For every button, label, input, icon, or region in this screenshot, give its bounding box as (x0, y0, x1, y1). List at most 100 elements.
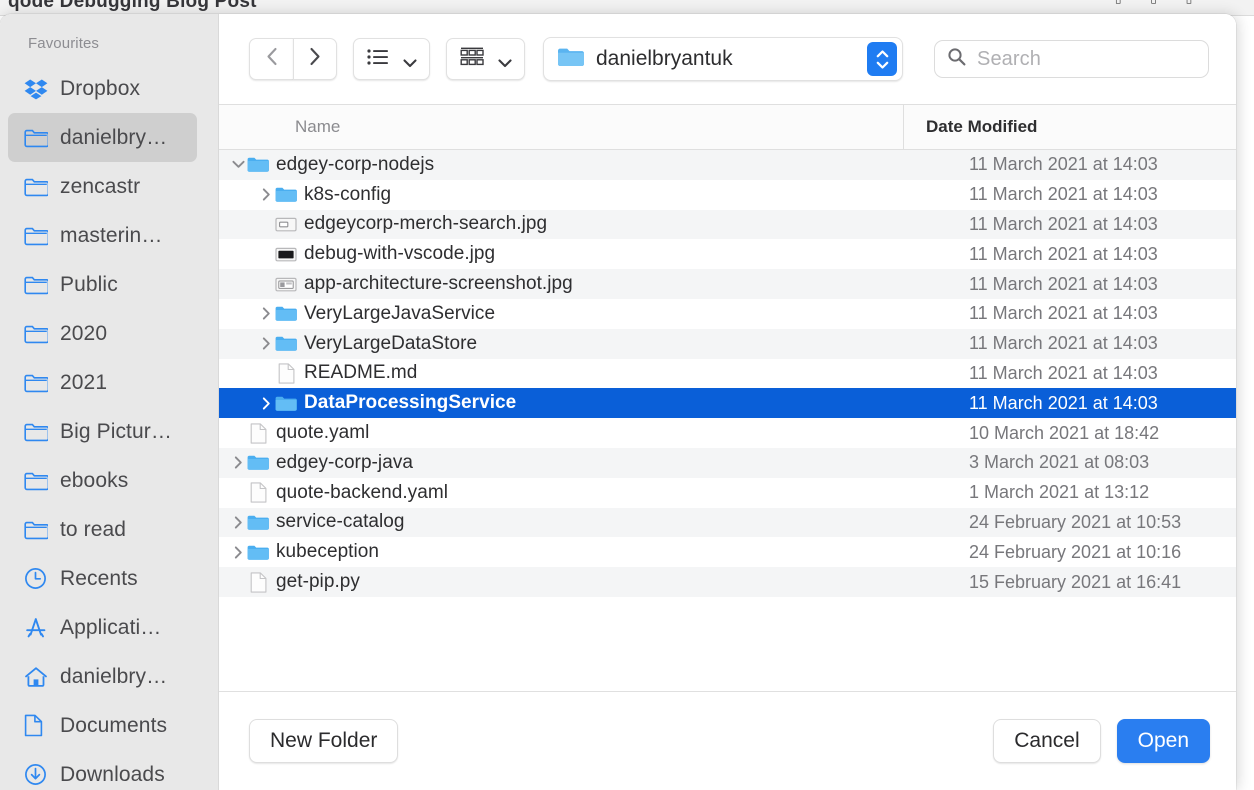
sidebar-item-applicati[interactable]: Applicati… (8, 603, 197, 652)
table-row[interactable]: edgeycorp-merch-search.jpg 11 March 2021 … (219, 209, 1236, 240)
sidebar-item-label: to read (60, 517, 127, 541)
chevron-right-icon[interactable] (229, 516, 247, 529)
table-row[interactable]: quote.yaml 10 March 2021 at 18:42 (219, 418, 1236, 448)
folder-filled-icon (247, 454, 269, 471)
sidebar-item-label: ebooks (60, 468, 129, 492)
page-icon (247, 571, 269, 593)
chevron-down-icon (498, 55, 512, 67)
sidebar-item-label: masterin… (60, 223, 163, 247)
file-name-cell: VeryLargeJavaService (219, 299, 961, 329)
list-view-icon (367, 48, 389, 70)
column-header-name[interactable]: Name (219, 117, 903, 137)
file-name-label: edgey-corp-nodejs (276, 153, 435, 175)
file-name-label: get-pip.py (276, 571, 360, 593)
file-date-modified: 11 March 2021 at 14:03 (969, 333, 1158, 354)
background-window-title: qode Debugging Blog Post (8, 0, 257, 12)
forward-button[interactable] (293, 38, 337, 80)
sidebar-item-label: Recents (60, 566, 138, 590)
folder-icon (24, 518, 50, 542)
path-popup-button[interactable]: danielbryantuk (543, 37, 903, 81)
file-date-modified: 11 March 2021 at 14:03 (969, 362, 1158, 383)
column-header-date-modified[interactable]: Date Modified (904, 117, 1037, 137)
search-field[interactable]: Search (934, 40, 1209, 78)
file-name-cell: quote.yaml (219, 418, 961, 448)
group-by-button[interactable] (446, 38, 525, 80)
table-row[interactable]: edgey-corp-nodejs 11 March 2021 at 14:03 (219, 150, 1236, 180)
file-name-cell: debug-with-vscode.jpg (219, 239, 961, 269)
chevron-right-icon[interactable] (257, 188, 275, 201)
chevron-right-icon[interactable] (257, 307, 275, 320)
file-name-cell: k8s-config (219, 180, 961, 210)
sidebar-item-label: 2021 (60, 370, 108, 394)
file-date-modified: 24 February 2021 at 10:16 (969, 541, 1182, 562)
sidebar-item-zencastr[interactable]: zencastr (8, 162, 197, 211)
table-row[interactable]: app-architecture-screenshot.jpg 11 March … (219, 269, 1236, 299)
table-row[interactable]: quote-backend.yaml 1 March 2021 at 13:12 (219, 477, 1236, 508)
file-date-modified: 15 February 2021 at 16:41 (969, 571, 1182, 592)
file-date-modified: 11 March 2021 at 14:03 (969, 273, 1158, 294)
back-button[interactable] (249, 38, 293, 80)
sidebar-item-recents[interactable]: Recents (8, 554, 197, 603)
sidebar-item-downloads[interactable]: Downloads (8, 750, 197, 790)
sidebar-item-ebooks[interactable]: ebooks (8, 456, 197, 505)
file-name-label: edgey-corp-java (276, 451, 413, 473)
view-mode-button[interactable] (353, 38, 430, 80)
folder-icon (24, 126, 50, 150)
file-date-modified: 3 March 2021 at 08:03 (969, 452, 1150, 473)
sidebar-item-danielbry[interactable]: danielbry… (8, 652, 197, 701)
cancel-button[interactable]: Cancel (993, 719, 1101, 763)
table-row[interactable]: service-catalog 24 February 2021 at 10:53 (219, 507, 1236, 538)
table-row[interactable]: debug-with-vscode.jpg 11 March 2021 at 14… (219, 239, 1236, 270)
chevron-right-icon[interactable] (257, 337, 275, 350)
file-name-cell: VeryLargeDataStore (219, 329, 961, 359)
sidebar-item-big-pictur[interactable]: Big Pictur… (8, 407, 197, 456)
table-row[interactable]: kubeception 24 February 2021 at 10:16 (219, 537, 1236, 568)
sidebar-item-dropbox[interactable]: Dropbox (8, 64, 197, 113)
main-pane: danielbryantuk Search Name Date Modified… (219, 14, 1236, 790)
table-row[interactable]: k8s-config 11 March 2021 at 14:03 (219, 179, 1236, 210)
file-name-cell: README.md (219, 359, 961, 389)
sidebar-heading-favourites: Favourites (28, 35, 100, 52)
file-date-modified: 11 March 2021 at 14:03 (969, 213, 1158, 234)
file-name-cell: service-catalog (219, 508, 961, 538)
chevron-right-icon[interactable] (257, 397, 275, 410)
up-down-stepper-icon[interactable] (867, 42, 897, 76)
file-name-label: edgeycorp-merch-search.jpg (304, 213, 548, 235)
table-row[interactable]: get-pip.py 15 February 2021 at 16:41 (219, 567, 1236, 597)
sidebar-item-to-read[interactable]: to read (8, 505, 197, 554)
page-icon (275, 363, 297, 384)
sidebar-item-label: danielbry… (60, 125, 168, 149)
sidebar: Favourites Dropbox danielbry… zencastr mast… (0, 14, 219, 790)
image-dark-icon (275, 246, 297, 263)
chevron-left-icon (266, 47, 278, 71)
file-date-modified: 11 March 2021 at 14:03 (969, 243, 1158, 264)
open-button[interactable]: Open (1116, 719, 1210, 763)
sidebar-item-2020[interactable]: 2020 (8, 309, 197, 358)
folder-icon (24, 175, 50, 199)
sidebar-item-label: Downloads (60, 762, 165, 786)
image-light-icon (275, 216, 297, 233)
chevron-right-icon[interactable] (229, 456, 247, 469)
sidebar-item-documents[interactable]: Documents (8, 701, 197, 750)
table-row[interactable]: VeryLargeJavaService 11 March 2021 at 14:… (219, 298, 1236, 329)
sidebar-item-masterin[interactable]: masterin… (8, 211, 197, 260)
table-row[interactable]: README.md 11 March 2021 at 14:03 (219, 358, 1236, 389)
new-folder-button[interactable]: New Folder (249, 719, 399, 763)
home-icon (24, 665, 50, 689)
chevron-right-icon (309, 47, 321, 71)
chevron-right-icon[interactable] (229, 546, 247, 559)
table-row[interactable]: VeryLargeDataStore 11 March 2021 at 14:03 (219, 328, 1236, 359)
sidebar-item-danielbry[interactable]: danielbry… (8, 113, 197, 162)
sidebar-item-public[interactable]: Public (8, 260, 197, 309)
clock-icon (24, 567, 50, 591)
search-input-placeholder: Search (977, 47, 1041, 70)
folder-icon (24, 371, 50, 395)
navigation-buttons (249, 38, 337, 80)
table-row[interactable]: DataProcessingService 11 March 2021 at 14… (219, 388, 1236, 419)
sidebar-item-2021[interactable]: 2021 (8, 358, 197, 407)
chevron-down-icon[interactable] (229, 160, 247, 169)
dialog-footer: New Folder Cancel Open (219, 691, 1236, 790)
file-name-cell: edgey-corp-java (219, 448, 961, 478)
table-row[interactable]: edgey-corp-java 3 March 2021 at 08:03 (219, 447, 1236, 478)
image-diagram-icon (275, 276, 297, 293)
